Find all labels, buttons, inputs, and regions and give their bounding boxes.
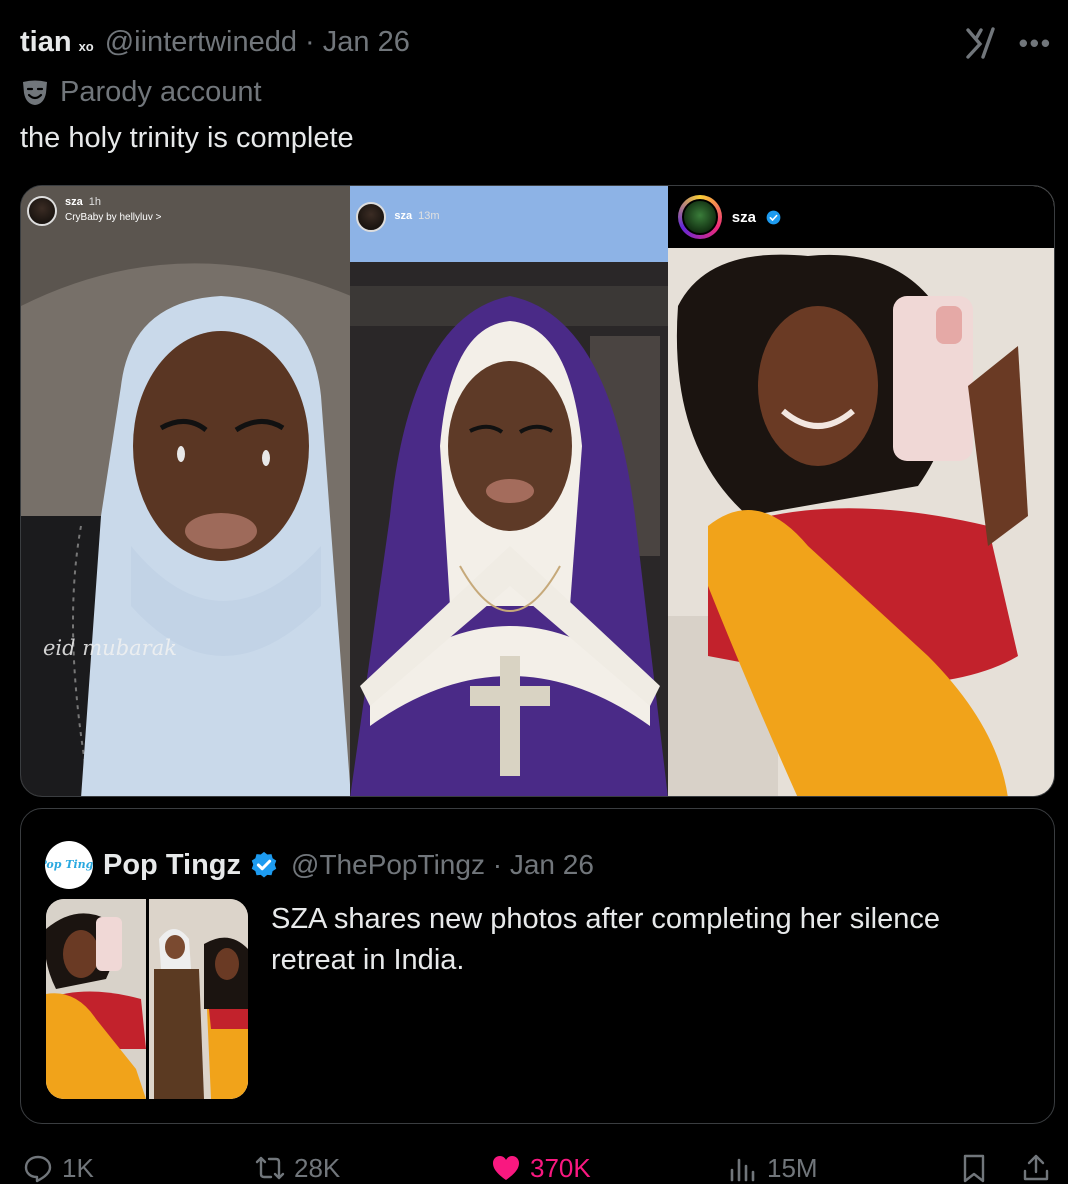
repost-count: 28K [294, 1152, 341, 1183]
tweet-header: tian xo @iintertwinedd · Jan 26 [20, 26, 410, 66]
story-username-1[interactable]: sza [65, 196, 83, 208]
media-photo-3[interactable]: sza [667, 186, 1054, 796]
author-handle-date[interactable]: @iintertwinedd · Jan 26 [105, 26, 410, 59]
theater-mask-icon [23, 80, 47, 105]
story-avatar-1[interactable] [27, 196, 57, 226]
story-header-1: sza 1h CryBaby by hellyluv > [27, 196, 161, 226]
share-icon [1023, 1154, 1049, 1181]
quoted-tweet[interactable]: Pop Tingz Pop Tingz @ThePopTingz · Jan 2… [20, 808, 1055, 1124]
quoted-tweet-text: SZA shares new photos after completing h… [271, 903, 940, 976]
heart-filled-icon [493, 1156, 519, 1180]
photo-saree-illustration [667, 186, 1054, 796]
like-button[interactable]: 370K [490, 1152, 591, 1184]
quoted-handle-date[interactable]: @ThePopTingz · Jan 26 [291, 849, 594, 881]
views-count: 15M [767, 1152, 818, 1183]
instagram-username[interactable]: sza [732, 209, 756, 226]
instagram-story-ring[interactable] [677, 195, 722, 239]
reply-button[interactable]: 1K [22, 1152, 94, 1184]
story-username-2[interactable]: sza [394, 210, 412, 222]
instagram-avatar [681, 199, 718, 235]
quoted-author-name[interactable]: Pop Tingz [103, 849, 241, 882]
story-time-1: 1h [88, 196, 101, 208]
media-photo-2[interactable]: sza 13m [350, 186, 668, 796]
parody-label: Parody account [20, 76, 262, 109]
quoted-thumbnail-1 [46, 899, 146, 1099]
views-button[interactable]: 15M [727, 1152, 818, 1184]
repost-button[interactable]: 28K [254, 1152, 340, 1184]
photo-caption-eid: eid mubarak [43, 636, 177, 660]
tweet-top-actions: ••• [965, 26, 1052, 60]
bookmark-icon [963, 1154, 985, 1183]
quoted-tweet-header: Pop Tingz Pop Tingz @ThePopTingz · Jan 2… [45, 841, 594, 889]
story-header-2: sza 13m [356, 202, 440, 232]
verified-badge-icon [251, 851, 277, 878]
instagram-header: sza [667, 186, 1054, 248]
quoted-thumbnail-2 [149, 899, 248, 1099]
views-bar-chart-icon [730, 1158, 755, 1182]
story-song-1[interactable]: CryBaby by hellyluv > [65, 212, 161, 223]
parody-text: Parody account [60, 76, 262, 108]
bookmark-button[interactable] [958, 1152, 990, 1184]
media-photo-1[interactable]: sza 1h CryBaby by hellyluv > eid mubarak [21, 186, 351, 796]
tweet-action-bar: 1K 28K 370K 15M [0, 1148, 1068, 1184]
quoted-logo-text: Pop Tingz [45, 858, 93, 871]
quoted-avatar[interactable]: Pop Tingz [45, 841, 93, 889]
verified-badge-icon [766, 210, 781, 224]
author-name[interactable]: tian [20, 26, 72, 59]
reply-icon [24, 1155, 52, 1183]
photo-hijab-illustration [21, 186, 351, 796]
share-button[interactable] [1020, 1152, 1052, 1184]
story-avatar-2[interactable] [356, 202, 387, 232]
reply-count: 1K [62, 1152, 94, 1183]
author-badge: xo [78, 39, 94, 54]
quoted-media-thumbnail[interactable] [46, 899, 248, 1099]
grok-icon[interactable] [965, 26, 997, 60]
more-options-icon[interactable]: ••• [1019, 28, 1052, 58]
photo-nun-illustration [350, 186, 668, 796]
tweet-media[interactable]: sza 1h CryBaby by hellyluv > eid mubarak [20, 185, 1055, 797]
repost-icon [255, 1156, 285, 1180]
like-count: 370K [530, 1152, 591, 1183]
tweet-text: the holy trinity is complete [20, 122, 354, 154]
story-time-2: 13m [418, 210, 440, 222]
